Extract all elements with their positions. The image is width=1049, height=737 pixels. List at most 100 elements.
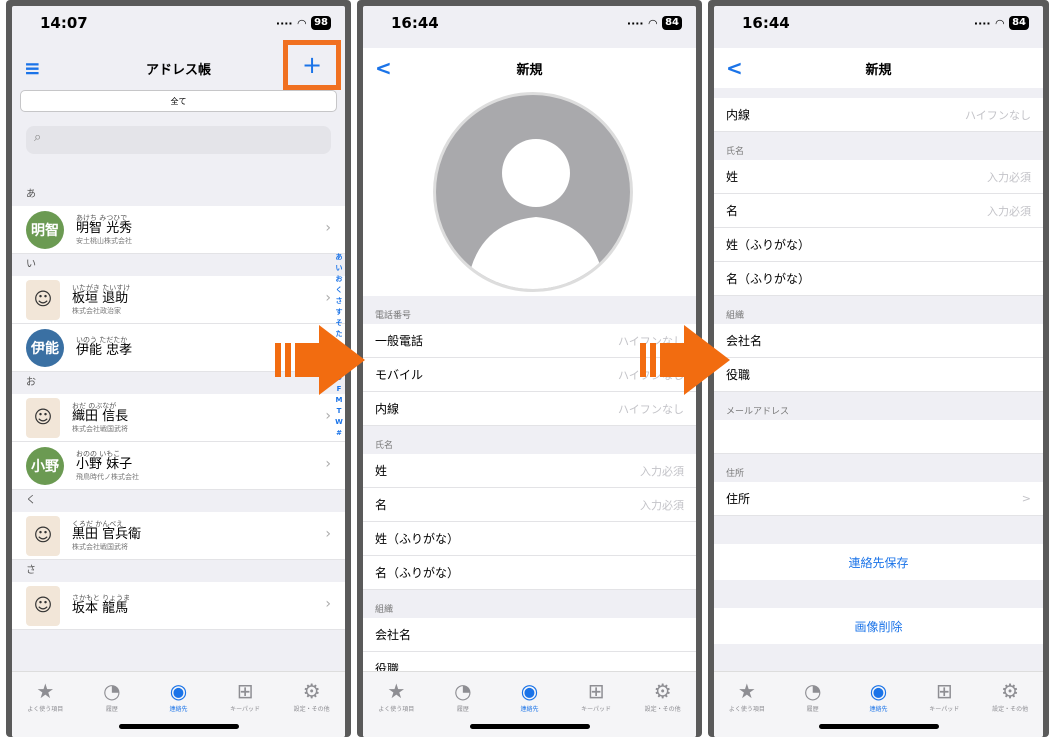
tab-icon: ◔	[103, 679, 121, 703]
contact-name: 坂本 龍馬	[72, 601, 129, 617]
contact-avatar: ☺	[26, 515, 60, 556]
signal-icon: ····	[973, 16, 991, 30]
tab-4[interactable]: ⚙ 設定・その他	[635, 678, 691, 737]
contact-row[interactable]: 明智 あけち みつひで 明智 光秀 安土桃山株式会社 ›	[12, 206, 345, 254]
index-letter[interactable]: い	[334, 263, 344, 274]
contact-company: 株式会社戦国武将	[72, 424, 128, 433]
tab-label: 連絡先	[869, 706, 888, 713]
index-letter[interactable]: さ	[334, 296, 344, 307]
field-label: 姓（ふりがな）	[375, 532, 460, 546]
index-letter[interactable]: お	[334, 274, 344, 285]
tab-label: 履歴	[806, 706, 819, 713]
form-field[interactable]: 住所 >	[714, 482, 1043, 516]
segment-all[interactable]: 全て	[20, 90, 337, 112]
status-icons: ···· ◠ 98	[276, 16, 331, 30]
tab-label: よく使う項目	[378, 706, 415, 713]
search-icon: ⌕	[34, 130, 42, 145]
tab-icon: ◉	[520, 679, 539, 703]
chevron-right-icon: ›	[325, 456, 331, 472]
search-input[interactable]: ⌕	[26, 126, 331, 154]
back-icon[interactable]: <	[375, 56, 392, 80]
form-field[interactable]	[714, 420, 1043, 454]
contact-row[interactable]: ☺ いたがき たいすけ 板垣 退助 株式会社政治家 ›	[12, 276, 345, 324]
home-indicator	[118, 724, 239, 729]
status-icons: ···· ◠ 84	[974, 16, 1029, 30]
screen: 16:44 ···· ◠ 84 < 新規 内線 ハイフンなし 氏名姓入力必須名入力必須…	[714, 6, 1043, 737]
contact-company: 株式会社政治家	[72, 306, 121, 315]
contact-avatar: ☺	[26, 279, 60, 320]
form-field[interactable]: 役職	[714, 358, 1043, 392]
tab-label: よく使う項目	[27, 706, 64, 713]
tab-0[interactable]: ★ よく使う項目	[17, 678, 73, 737]
field-label: 会社名	[726, 334, 763, 348]
contact-info: いのう ただたか 伊能 忠孝	[76, 336, 132, 359]
index-letter[interactable]: あ	[334, 252, 344, 263]
index-letter[interactable]: #	[334, 428, 344, 439]
index-letter[interactable]: す	[334, 307, 344, 318]
form-field[interactable]: 姓（ふりがな）	[363, 522, 696, 556]
phone-new-contact-scrolled: 16:44 ···· ◠ 84 < 新規 内線 ハイフンなし 氏名姓入力必須名入力必須…	[708, 0, 1049, 737]
contact-info: さかもと りょうま 坂本 龍馬	[72, 594, 130, 617]
contact-row[interactable]: ☺ おだ のぶなが 織田 信長 株式会社戦国武将 ›	[12, 394, 345, 442]
tab-icon: ★	[36, 679, 55, 703]
page-title: アドレス帳	[145, 62, 211, 78]
delete-image-button[interactable]: 画像削除	[714, 608, 1043, 644]
contact-avatar: 小野	[26, 446, 64, 485]
field-label: 姓	[726, 170, 739, 184]
avatar-placeholder[interactable]	[433, 92, 633, 292]
form-field[interactable]: 会社名	[363, 618, 696, 652]
index-letter[interactable]: T	[334, 406, 344, 417]
form-field[interactable]: 名（ふりがな）	[714, 262, 1043, 296]
save-contact-button[interactable]: 連絡先保存	[714, 544, 1043, 580]
status-bar: 14:07 ···· ◠ 98	[12, 6, 345, 40]
battery-icon: 98	[311, 16, 331, 30]
status-bar: 16:44 ···· ◠ 84	[363, 6, 696, 40]
tab-4[interactable]: ⚙ 設定・その他	[284, 678, 340, 737]
tab-0[interactable]: ★ よく使う項目	[719, 678, 775, 737]
field-placeholder: 入力必須	[987, 204, 1031, 218]
back-icon[interactable]: <	[726, 56, 743, 80]
home-indicator	[818, 724, 939, 729]
field-extension[interactable]: 内線 ハイフンなし	[714, 98, 1043, 132]
tab-label: キーパッド	[581, 706, 612, 713]
tab-label: よく使う項目	[728, 706, 765, 713]
form-field[interactable]: 姓（ふりがな）	[714, 228, 1043, 262]
tab-4[interactable]: ⚙ 設定・その他	[982, 678, 1038, 737]
form-field[interactable]: 名 入力必須	[714, 194, 1043, 228]
form-field[interactable]: 会社名	[714, 324, 1043, 358]
tab-icon: ◉	[869, 679, 888, 703]
form-section-header: 住所	[714, 454, 1043, 482]
tab-0[interactable]: ★ よく使う項目	[368, 678, 424, 737]
status-time: 16:44	[391, 14, 439, 32]
field-placeholder: 入力必須	[640, 464, 684, 478]
section-header: さ	[12, 560, 345, 582]
index-letter[interactable]: く	[334, 285, 344, 296]
contact-company: 株式会社戦国武将	[72, 542, 128, 551]
form-section-header: メールアドレス	[714, 392, 1043, 420]
index-letter[interactable]: M	[334, 395, 344, 406]
form-field[interactable]: 内線 ハイフンなし	[363, 392, 696, 426]
form-field[interactable]: 姓 入力必須	[714, 160, 1043, 194]
field-placeholder: >	[1021, 492, 1031, 505]
arrow-right-icon	[640, 325, 730, 395]
add-contact-button[interactable]: +	[283, 40, 341, 90]
contact-row[interactable]: 小野 おのの いもこ 小野 妹子 飛鳥時代ノ株式会社 ›	[12, 442, 345, 490]
form-field[interactable]: 名 入力必須	[363, 488, 696, 522]
index-letter[interactable]: W	[334, 417, 344, 428]
field-label: 姓	[375, 464, 388, 478]
form-field[interactable]: 姓 入力必須	[363, 454, 696, 488]
form-section-header: 組織	[714, 296, 1043, 324]
contact-company: 飛鳥時代ノ株式会社	[76, 472, 139, 481]
field-label: 内線	[375, 402, 400, 416]
contact-info: おだ のぶなが 織田 信長 株式会社戦国武将	[72, 402, 128, 433]
contact-list: あ明智 あけち みつひで 明智 光秀 安土桃山株式会社 › い ☺ いたがき たいすけ 板垣 退…	[12, 184, 345, 630]
menu-icon[interactable]: ≡	[24, 56, 41, 80]
contact-row[interactable]: ☺ くろだ かんべえ 黒田 官兵衛 株式会社戦国武将 ›	[12, 512, 345, 560]
contact-row[interactable]: ☺ さかもと りょうま 坂本 龍馬 ›	[12, 582, 345, 630]
form-field[interactable]: 名（ふりがな）	[363, 556, 696, 590]
field-label: 会社名	[375, 628, 412, 642]
field-label: 名	[726, 204, 739, 218]
status-time: 14:07	[40, 14, 88, 32]
contact-name: 黒田 官兵衛	[72, 527, 142, 543]
tab-label: キーパッド	[230, 706, 261, 713]
